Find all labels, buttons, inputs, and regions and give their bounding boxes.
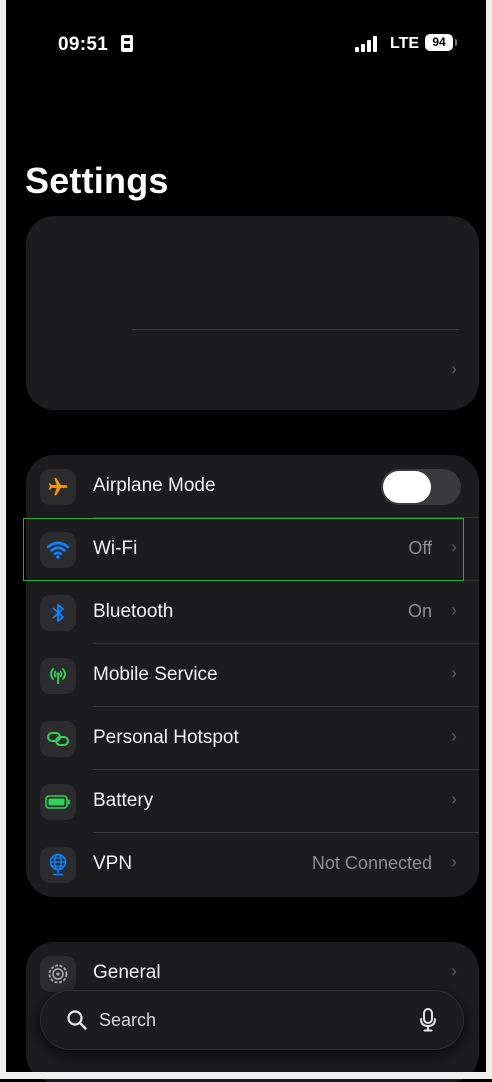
battery-tip-icon (455, 39, 457, 46)
chevron-right-icon: › (451, 600, 457, 620)
bluetooth-label: Bluetooth (93, 601, 174, 622)
airplane-mode-label: Airplane Mode (93, 475, 216, 496)
wifi-label: Wi-Fi (93, 538, 138, 559)
chevron-right-icon: › (451, 789, 457, 809)
page-title: Settings (25, 160, 169, 201)
battery-icon (40, 784, 76, 820)
apple-account-card[interactable]: › (26, 216, 479, 410)
row-bluetooth[interactable]: Bluetooth On › (26, 581, 479, 644)
bluetooth-icon (40, 595, 76, 631)
status-time: 09:51 (58, 34, 109, 55)
airplane-icon (40, 469, 76, 505)
search-bar[interactable]: Search (41, 991, 463, 1049)
chevron-right-icon: › (451, 961, 457, 981)
link-icon (40, 721, 76, 757)
chevron-right-icon: › (451, 359, 457, 379)
row-vpn[interactable]: VPN Not Connected › (26, 833, 479, 896)
row-mobile-service[interactable]: Mobile Service › (26, 644, 479, 707)
chevron-right-icon: › (451, 663, 457, 683)
row-personal-hotspot[interactable]: Personal Hotspot › (26, 707, 479, 770)
vpn-label: VPN (93, 853, 133, 874)
row-wifi[interactable]: Wi-Fi Off › (26, 518, 479, 581)
divider (132, 329, 459, 330)
airplane-mode-toggle[interactable] (381, 469, 461, 505)
chevron-right-icon: › (451, 726, 457, 746)
battery-level-icon: 94 (425, 34, 453, 51)
row-battery[interactable]: Battery › (26, 770, 479, 833)
wifi-value: Off (408, 538, 432, 558)
wifi-icon (40, 532, 76, 568)
status-bar: 09:51 LTE 94 (0, 0, 492, 80)
chevron-right-icon: › (451, 537, 457, 557)
vpn-value: Not Connected (311, 853, 432, 873)
bluetooth-value: On (407, 601, 432, 621)
toggle-knob (383, 471, 431, 503)
mobile-service-label: Mobile Service (93, 664, 218, 685)
connectivity-group: Airplane Mode Wi-Fi Off › Bluetooth On › (26, 455, 479, 897)
globe-icon (40, 847, 76, 883)
search-input[interactable]: Search (99, 1010, 156, 1031)
cellular-signal-icon (355, 36, 377, 52)
chevron-right-icon: › (451, 852, 457, 872)
network-type: LTE (390, 35, 420, 52)
microphone-icon[interactable] (419, 1007, 437, 1033)
general-label: General (93, 962, 161, 983)
search-icon (65, 1008, 89, 1032)
battery-label: Battery (93, 790, 154, 811)
personal-hotspot-label: Personal Hotspot (93, 727, 239, 748)
row-airplane-mode[interactable]: Airplane Mode (26, 455, 479, 518)
gear-icon (40, 956, 76, 992)
antenna-icon (40, 658, 76, 694)
sim-card-icon (121, 35, 133, 52)
